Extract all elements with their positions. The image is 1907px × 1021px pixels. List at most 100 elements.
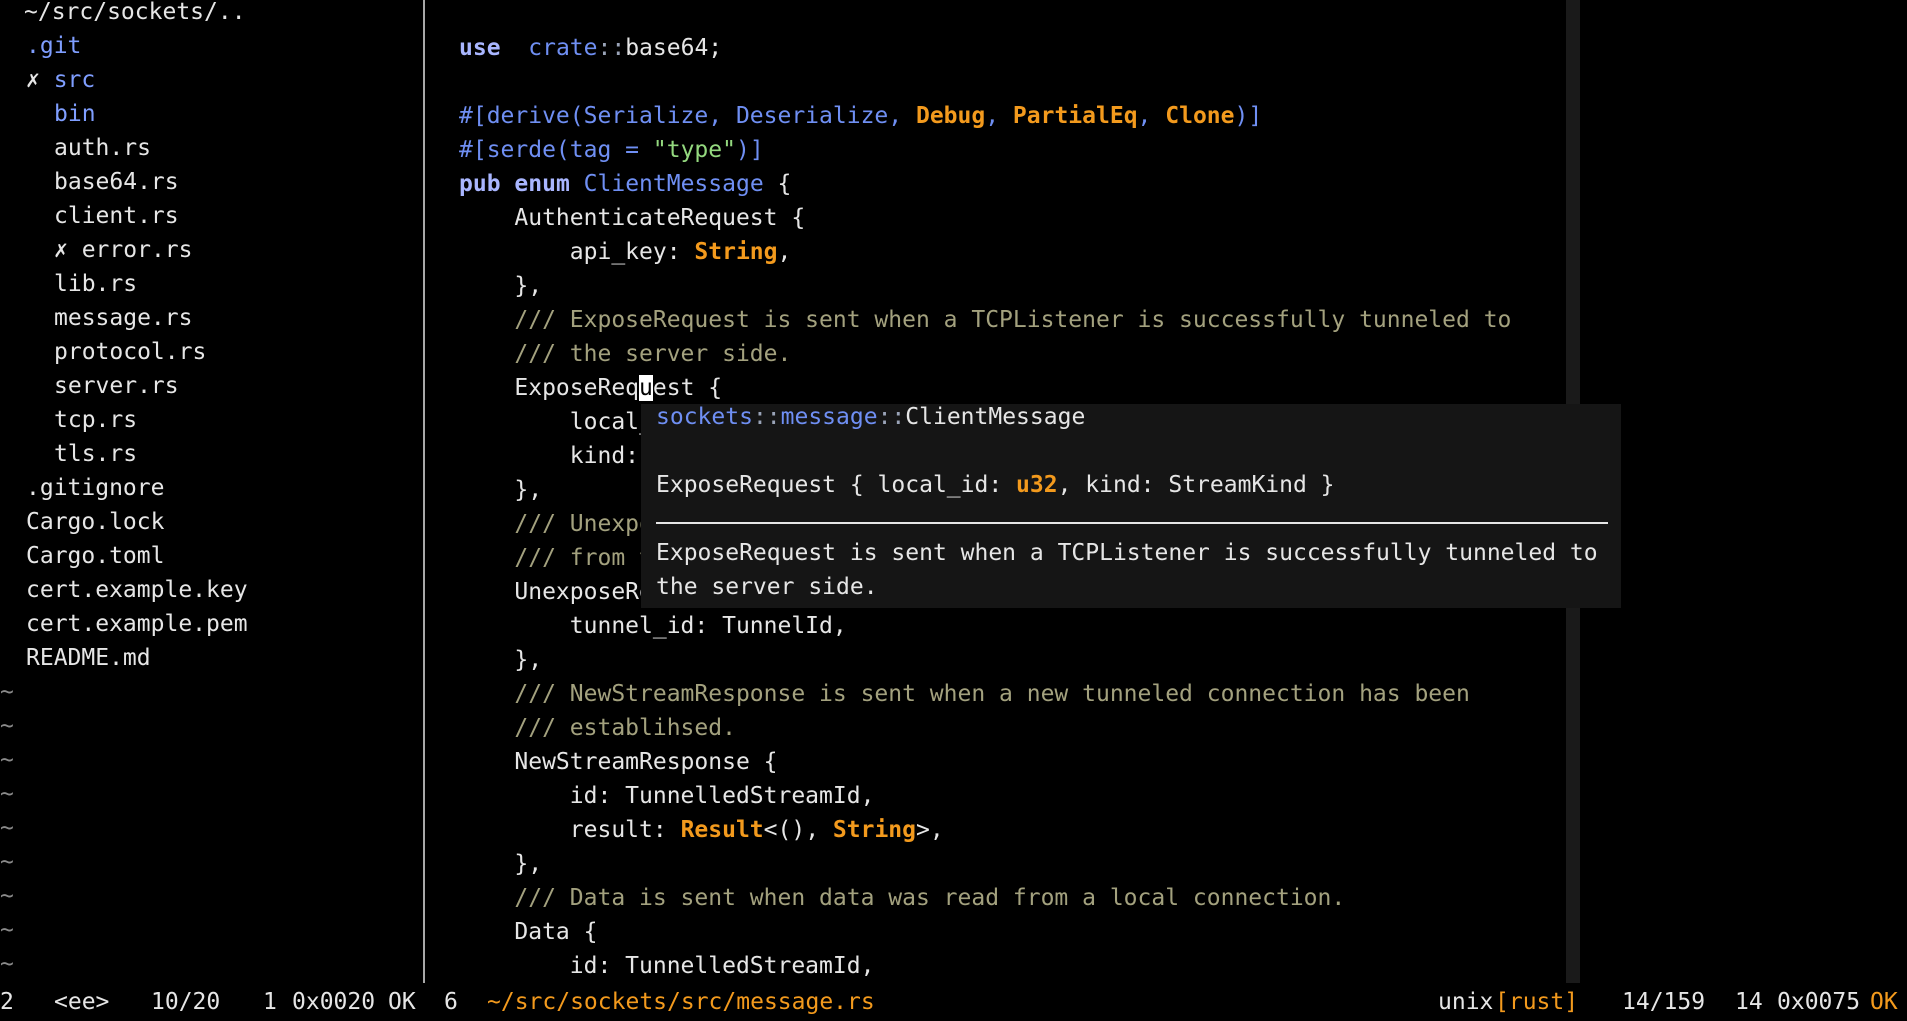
empty-line-marker: ~ xyxy=(0,883,14,909)
tree-file-item[interactable]: Cargo.lock xyxy=(26,505,164,539)
code-token: <(), xyxy=(763,817,833,843)
tree-item-name: cert.example.pem xyxy=(26,611,248,637)
code-token: :: xyxy=(597,35,626,61)
code-line[interactable]: /// ExposeRequest is sent when a TCPList… xyxy=(459,303,1511,337)
tree-file-item[interactable]: cert.example.key xyxy=(26,573,248,607)
left-column: 1 xyxy=(263,989,277,1015)
code-line[interactable]: id: TunnelledStreamId, xyxy=(459,779,875,813)
tree-file-item[interactable]: ✗ error.rs xyxy=(54,233,192,267)
code-line[interactable]: #[derive(Serialize, Deserialize, Debug, … xyxy=(459,99,1262,133)
code-line[interactable]: }, xyxy=(459,643,542,677)
code-token: )] xyxy=(1234,103,1263,129)
code-line[interactable]: api_key: String, xyxy=(459,235,792,269)
tree-file-item[interactable]: cert.example.pem xyxy=(26,607,248,641)
right-buffer-number: 6 xyxy=(444,989,458,1015)
signature-type: u32 xyxy=(1016,472,1058,498)
code-token: enum xyxy=(514,171,570,197)
code-token: #[derive(Serialize, Deserialize, xyxy=(459,103,916,129)
tree-item-name: README.md xyxy=(26,645,151,671)
empty-line-marker: ~ xyxy=(0,815,14,841)
code-token: ExposeReq xyxy=(459,375,640,401)
empty-line-marker: ~ xyxy=(0,781,14,807)
code-line[interactable]: result: Result<(), String>, xyxy=(459,813,944,847)
tree-item-name: src xyxy=(53,67,96,93)
code-line[interactable]: Data { xyxy=(459,915,597,949)
tree-file-item[interactable]: protocol.rs xyxy=(54,335,206,369)
tree-item-name: protocol.rs xyxy=(54,339,207,365)
file-tree-header: ~/src/sockets/.. xyxy=(24,0,246,25)
tree-file-item[interactable]: base64.rs xyxy=(54,165,179,199)
code-token: )] xyxy=(735,137,764,163)
file-format: unix xyxy=(1438,989,1494,1015)
tree-item-name: message.rs xyxy=(54,305,193,331)
tree-item-name: .gitignore xyxy=(26,475,165,501)
tree-dir-item[interactable]: bin xyxy=(54,97,96,131)
code-token: >, xyxy=(916,817,944,843)
status-bar: 2 <ee> 10/20 1 0x0020 OK 6 ~/src/sockets… xyxy=(0,983,1907,1021)
code-line[interactable]: ExposeRequest { xyxy=(459,371,722,405)
code-line[interactable]: #[serde(tag = "type")] xyxy=(459,133,764,167)
code-token: { xyxy=(763,171,792,197)
file-path: ~/src/sockets/src/message.rs xyxy=(487,989,875,1015)
code-token: AuthenticateRequest { xyxy=(459,205,806,231)
popup-symbol-path: sockets::message::ClientMessage xyxy=(656,404,1085,434)
code-line[interactable]: /// the server side. xyxy=(459,337,791,371)
empty-line-marker: ~ xyxy=(0,713,14,739)
code-line[interactable]: /// establihsed. xyxy=(459,711,736,745)
code-token: Data { xyxy=(459,919,598,945)
code-line[interactable]: NewStreamResponse { xyxy=(459,745,777,779)
tree-file-item[interactable]: client.rs xyxy=(54,199,179,233)
tree-item-name: Cargo.lock xyxy=(26,509,165,535)
code-line[interactable]: use crate::base64; xyxy=(459,31,722,65)
code-line[interactable]: AuthenticateRequest { xyxy=(459,201,805,235)
code-token: crate xyxy=(528,35,598,61)
tree-item-name: tcp.rs xyxy=(54,407,138,433)
code-token: Clone xyxy=(1165,103,1235,129)
tree-item-name: .git xyxy=(26,33,82,59)
code-token: , xyxy=(985,103,1013,129)
code-line[interactable]: }, xyxy=(459,269,542,303)
code-line[interactable]: }, xyxy=(459,473,542,507)
tree-file-item[interactable]: Cargo.toml xyxy=(26,539,164,573)
tree-file-item[interactable]: message.rs xyxy=(54,301,192,335)
tree-dir-item[interactable]: .git xyxy=(26,29,81,63)
left-cursor-position: 10/20 xyxy=(151,989,221,1015)
code-line[interactable]: pub enum ClientMessage { xyxy=(459,167,791,201)
code-token: }, xyxy=(459,647,543,673)
code-token: tunnel_id: TunnelId, xyxy=(459,613,847,639)
right-cursor-position: 14/159 xyxy=(1622,989,1706,1015)
tree-file-item[interactable]: tls.rs xyxy=(54,437,137,471)
empty-line-marker: ~ xyxy=(0,849,14,875)
tree-item-name: client.rs xyxy=(54,203,179,229)
empty-line-marker: ~ xyxy=(0,951,14,977)
path-type: ClientMessage xyxy=(905,404,1086,430)
tree-file-item[interactable]: lib.rs xyxy=(54,267,137,301)
tree-file-item[interactable]: README.md xyxy=(26,641,151,675)
tree-item-name: error.rs xyxy=(81,237,193,263)
tree-file-item[interactable]: .gitignore xyxy=(26,471,164,505)
path-separator: :: xyxy=(752,404,781,430)
tree-item-name: server.rs xyxy=(54,373,179,399)
tree-file-item[interactable]: tcp.rs xyxy=(54,403,137,437)
left-mode: <ee> xyxy=(54,989,110,1015)
right-char-hex: 0x0075 xyxy=(1777,989,1861,1015)
code-line[interactable]: /// NewStreamResponse is sent when a new… xyxy=(459,677,1469,711)
left-buffer-number: 2 xyxy=(0,989,14,1015)
code-token: PartialEq xyxy=(1012,103,1138,129)
code-token: Debug xyxy=(915,103,986,129)
tree-file-item[interactable]: auth.rs xyxy=(54,131,151,165)
popup-signature: ExposeRequest { local_id: u32, kind: Str… xyxy=(656,468,1335,502)
code-line[interactable]: id: TunnelledStreamId, xyxy=(459,949,875,983)
code-line[interactable]: /// Data is sent when data was read from… xyxy=(459,881,1345,915)
tree-file-item[interactable]: server.rs xyxy=(54,369,179,403)
code-token: est { xyxy=(652,375,723,401)
right-state: OK xyxy=(1870,989,1898,1015)
code-token: , xyxy=(1137,103,1166,129)
code-token: api_key: xyxy=(459,239,695,265)
code-line[interactable]: }, xyxy=(459,847,542,881)
code-token: /// the server side. xyxy=(459,341,792,367)
tree-dir-item[interactable]: ✗ src xyxy=(26,63,95,97)
empty-line-marker: ~ xyxy=(0,679,14,705)
code-line[interactable]: tunnel_id: TunnelId, xyxy=(459,609,847,643)
